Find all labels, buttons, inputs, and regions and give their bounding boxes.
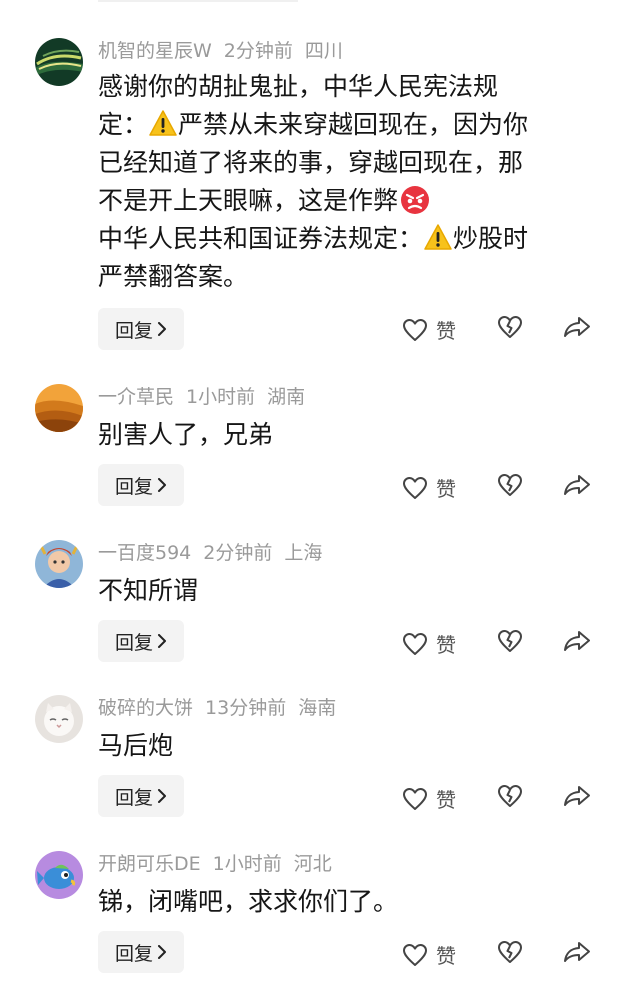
warning-icon bbox=[424, 224, 452, 250]
location: 海南 bbox=[298, 697, 337, 719]
comment-line: 锑，闭嘴吧，求求你们了。 bbox=[98, 887, 399, 916]
timestamp: 13分钟前 bbox=[205, 697, 287, 719]
comment-line: 已经知道了将来的事，穿越回现在，那 bbox=[98, 148, 524, 177]
avatar[interactable] bbox=[35, 851, 83, 899]
chevron-right-icon bbox=[158, 634, 166, 648]
comment-text: 别害人了，兄弟 bbox=[98, 416, 588, 454]
share-arrow-icon bbox=[564, 631, 590, 651]
share-arrow-icon bbox=[564, 475, 590, 495]
comment-meta: 一介草民 1小时前 湖南 bbox=[98, 384, 317, 410]
comment-line: 马后炮 bbox=[98, 731, 174, 760]
heart-outline-icon bbox=[403, 787, 427, 810]
timestamp: 2分钟前 bbox=[203, 542, 273, 564]
broken-heart-icon bbox=[498, 941, 522, 963]
username[interactable]: 开朗可乐DE bbox=[98, 853, 201, 875]
username[interactable]: 一介草民 bbox=[98, 386, 174, 408]
reply-label: 回复 bbox=[114, 786, 153, 809]
comment-line: 中华人民共和国证券法规定： 炒股时 bbox=[98, 224, 529, 253]
chevron-right-icon bbox=[158, 789, 166, 803]
like-label: 赞 bbox=[436, 477, 456, 501]
location: 湖南 bbox=[267, 386, 306, 408]
timestamp: 2分钟前 bbox=[223, 40, 293, 62]
share-arrow-icon bbox=[564, 317, 590, 337]
username[interactable]: 一百度594 bbox=[98, 542, 191, 564]
angry-face-icon bbox=[401, 185, 430, 214]
comment-text: 不知所谓 bbox=[98, 572, 588, 610]
avatar[interactable] bbox=[35, 540, 83, 588]
share-button[interactable] bbox=[563, 473, 591, 497]
comment-meta: 一百度594 2分钟前 上海 bbox=[98, 540, 334, 566]
reply-button[interactable]: 回复 bbox=[98, 620, 184, 662]
like-label: 赞 bbox=[436, 788, 456, 812]
share-button[interactable] bbox=[563, 784, 591, 808]
like-button[interactable]: 赞 bbox=[402, 473, 456, 502]
warning-icon bbox=[149, 110, 177, 136]
reply-label: 回复 bbox=[114, 942, 153, 965]
dislike-button[interactable] bbox=[497, 473, 523, 497]
comment-meta: 机智的星辰W 2分钟前 四川 bbox=[98, 38, 355, 64]
avatar[interactable] bbox=[35, 384, 83, 432]
comment-line: 别害人了，兄弟 bbox=[98, 420, 274, 449]
timestamp: 1小时前 bbox=[212, 853, 282, 875]
comment-text: 感谢你的胡扯鬼扯，中华人民宪法规 定： 严禁从未来穿越回现在，因为你 已经知道了将… bbox=[98, 68, 588, 296]
like-label: 赞 bbox=[436, 633, 456, 657]
share-arrow-icon bbox=[564, 942, 590, 962]
comment-meta: 开朗可乐DE 1小时前 河北 bbox=[98, 851, 344, 877]
chevron-right-icon bbox=[158, 945, 166, 959]
broken-heart-icon bbox=[498, 316, 522, 338]
heart-outline-icon bbox=[403, 318, 427, 341]
like-button[interactable]: 赞 bbox=[402, 940, 456, 969]
broken-heart-icon bbox=[498, 785, 522, 807]
heart-outline-icon bbox=[403, 632, 427, 655]
broken-heart-icon bbox=[498, 630, 522, 652]
chevron-right-icon bbox=[158, 322, 166, 336]
like-label: 赞 bbox=[436, 319, 456, 343]
reply-label: 回复 bbox=[114, 631, 153, 654]
comment-item: 破碎的大饼 13分钟前 海南 马后炮 回复 赞 bbox=[0, 687, 625, 827]
reply-button[interactable]: 回复 bbox=[98, 464, 184, 506]
like-button[interactable]: 赞 bbox=[402, 629, 456, 658]
comment-item: 机智的星辰W 2分钟前 四川 感谢你的胡扯鬼扯，中华人民宪法规 定： 严禁从未来穿越回… bbox=[0, 30, 625, 360]
reply-button[interactable]: 回复 bbox=[98, 931, 184, 973]
like-button[interactable]: 赞 bbox=[402, 784, 456, 813]
dislike-button[interactable] bbox=[497, 315, 523, 339]
comment-line: 感谢你的胡扯鬼扯，中华人民宪法规 bbox=[98, 72, 499, 101]
reply-button[interactable]: 回复 bbox=[98, 308, 184, 350]
comment-text: 马后炮 bbox=[98, 727, 588, 765]
location: 河北 bbox=[293, 853, 332, 875]
heart-outline-icon bbox=[403, 476, 427, 499]
comment-item: 开朗可乐DE 1小时前 河北 锑，闭嘴吧，求求你们了。 回复 赞 bbox=[0, 843, 625, 983]
location: 上海 bbox=[284, 542, 323, 564]
share-button[interactable] bbox=[563, 629, 591, 653]
like-label: 赞 bbox=[436, 944, 456, 968]
share-button[interactable] bbox=[563, 940, 591, 964]
comment-line: 严禁翻答案。 bbox=[98, 262, 249, 291]
reply-label: 回复 bbox=[114, 319, 153, 342]
comment-line: 不是开上天眼嘛，这是作弊 bbox=[98, 182, 588, 220]
chevron-right-icon bbox=[158, 478, 166, 492]
dislike-button[interactable] bbox=[497, 629, 523, 653]
comment-item: 一百度594 2分钟前 上海 不知所谓 回复 赞 bbox=[0, 532, 625, 672]
timestamp: 1小时前 bbox=[186, 386, 256, 408]
dislike-button[interactable] bbox=[497, 784, 523, 808]
share-button[interactable] bbox=[563, 315, 591, 339]
location: 四川 bbox=[304, 40, 343, 62]
reply-label: 回复 bbox=[114, 475, 153, 498]
avatar[interactable] bbox=[35, 695, 83, 743]
username[interactable]: 破碎的大饼 bbox=[98, 697, 193, 719]
comment-item: 一介草民 1小时前 湖南 别害人了，兄弟 回复 赞 bbox=[0, 376, 625, 516]
username[interactable]: 机智的星辰W bbox=[98, 40, 212, 62]
reply-button[interactable]: 回复 bbox=[98, 775, 184, 817]
dislike-button[interactable] bbox=[497, 940, 523, 964]
broken-heart-icon bbox=[498, 474, 522, 496]
top-divider bbox=[98, 0, 298, 2]
comment-text: 锑，闭嘴吧，求求你们了。 bbox=[98, 883, 588, 921]
comment-line: 不知所谓 bbox=[98, 576, 199, 605]
like-button[interactable]: 赞 bbox=[402, 315, 456, 344]
heart-outline-icon bbox=[403, 943, 427, 966]
comment-meta: 破碎的大饼 13分钟前 海南 bbox=[98, 695, 348, 721]
avatar[interactable] bbox=[35, 38, 83, 86]
share-arrow-icon bbox=[564, 786, 590, 806]
comment-line: 定： 严禁从未来穿越回现在，因为你 bbox=[98, 110, 529, 139]
